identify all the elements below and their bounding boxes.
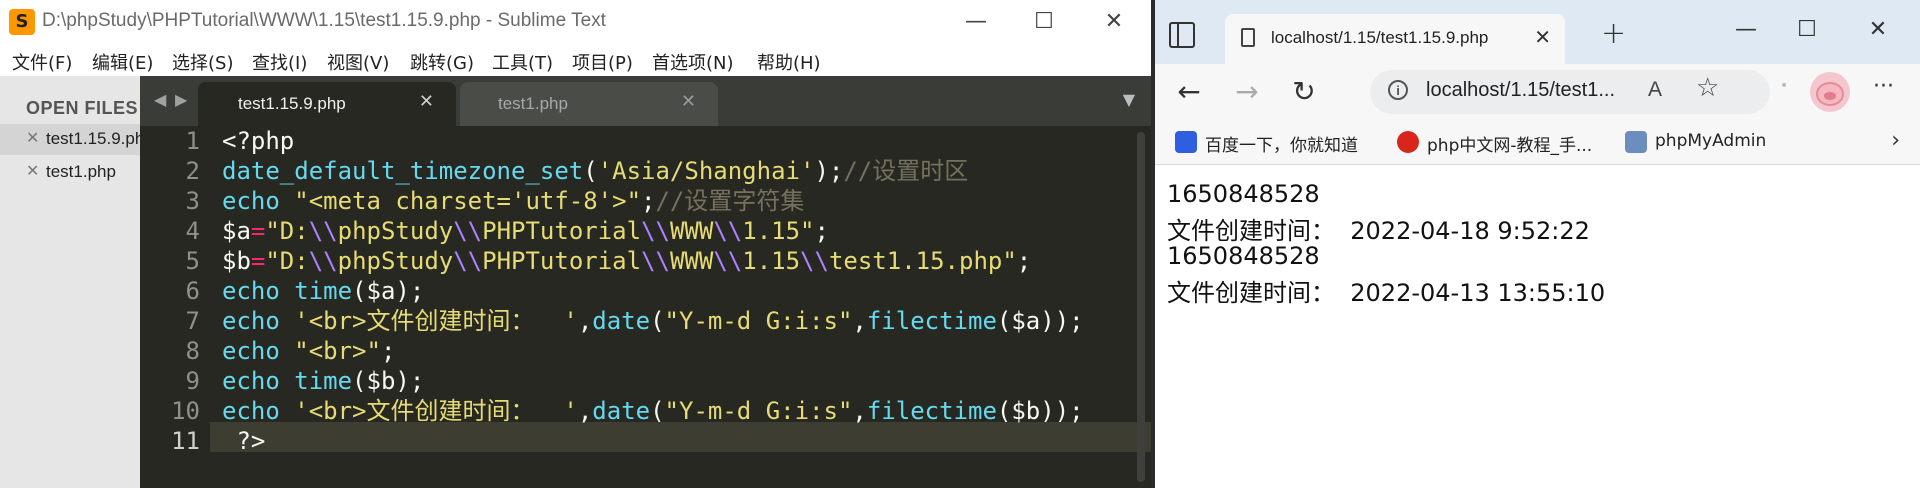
close-button[interactable]: ✕ — [1853, 12, 1903, 48]
tab-label: test1.php — [498, 94, 568, 113]
sidebar-file-test1[interactable]: ✕ test1.php — [0, 157, 140, 188]
code-line-4: $a="D:\\phpStudy\\PHPTutorial\\WWW\\1.15… — [222, 217, 829, 245]
close-icon[interactable]: ✕ — [1534, 25, 1551, 49]
menu-tools[interactable]: 工具(T) — [492, 49, 553, 75]
favorite-icon[interactable]: ☆ — [1696, 73, 1719, 103]
close-icon[interactable]: ✕ — [26, 161, 39, 181]
line-number: 11 — [171, 427, 200, 455]
menu-help[interactable]: 帮助(H) — [757, 49, 821, 75]
browser-window: localhost/1.15/test1.15.9.php ✕ + — ☐ ✕ … — [1155, 0, 1920, 488]
sidebar-file-test1-15-9[interactable]: ✕ test1.15.9.php — [0, 124, 140, 155]
line-number: 3 — [185, 187, 200, 215]
maximize-button[interactable]: ☐ — [1014, 6, 1074, 38]
code-line-5: $b="D:\\phpStudy\\PHPTutorial\\WWW\\1.15… — [222, 247, 1032, 275]
output-ctime-a: 文件创建时间： 2022-04-18 9:52:22 — [1167, 217, 1590, 245]
bookmark-label: phpMyAdmin — [1655, 131, 1767, 151]
code-line-2: date_default_timezone_set('Asia/Shanghai… — [222, 157, 969, 185]
browser-tab-title: localhost/1.15/test1.15.9.php — [1271, 28, 1489, 47]
menu-find[interactable]: 查找(I) — [252, 49, 307, 75]
line-number: 2 — [185, 157, 200, 185]
tab-test1[interactable]: test1.php ✕ — [460, 82, 718, 126]
sublime-window: S D:\phpStudy\PHPTutorial\WWW\1.15\test1… — [0, 0, 1151, 488]
code-line-1: <?php — [222, 127, 295, 155]
menu-selection[interactable]: 选择(S) — [172, 49, 233, 75]
code-line-11: ?> — [222, 427, 266, 455]
menu-preferences[interactable]: 首选项(N) — [652, 49, 734, 75]
menu-bar: 文件(F) 编辑(E) 选择(S) 查找(I) 视图(V) 跳转(G) 工具(T… — [0, 44, 1151, 76]
page-icon — [1241, 28, 1255, 47]
close-icon[interactable]: ✕ — [419, 91, 434, 112]
code-line-8: echo "<br>"; — [222, 337, 396, 365]
output-timestamp-b: 1650848528 — [1167, 242, 1320, 270]
bookmark-label: php中文网-教程_手... — [1427, 136, 1593, 156]
close-icon[interactable]: ✕ — [26, 128, 39, 148]
bookmarks-bar: 百度一下，你就知道 php中文网-教程_手... phpMyAdmin › — [1155, 120, 1920, 165]
line-number: 7 — [185, 307, 200, 335]
maximize-button[interactable]: ☐ — [1782, 12, 1832, 48]
menu-goto[interactable]: 跳转(G) — [410, 49, 474, 75]
back-button[interactable]: ← — [1171, 74, 1207, 110]
line-number: 1 — [185, 127, 200, 155]
output-timestamp-a: 1650848528 — [1167, 180, 1320, 208]
profile-avatar[interactable] — [1810, 72, 1850, 112]
pig-snout-icon — [1824, 92, 1836, 100]
page-content: 1650848528 文件创建时间： 2022-04-18 9:52:22 16… — [1155, 165, 1920, 488]
line-number-gutter: 1 2 3 4 5 6 7 8 9 10 11 — [140, 126, 210, 488]
next-file-icon[interactable]: ▶ — [175, 90, 187, 109]
browser-toolbar: ← → ↻ i localhost/1.15/test1... A ☆ • ··… — [1155, 64, 1920, 120]
line-number: 10 — [171, 397, 200, 425]
close-button[interactable]: ✕ — [1084, 6, 1144, 38]
line-number: 6 — [185, 277, 200, 305]
phpmyadmin-logo-icon — [1625, 131, 1647, 153]
tab-label: test1.15.9.php — [238, 94, 346, 113]
previous-file-icon[interactable]: ◀ — [154, 90, 166, 109]
line-number: 9 — [185, 367, 200, 395]
sidebar-file-label: test1.15.9.php — [46, 129, 140, 148]
menu-file[interactable]: 文件(F) — [12, 49, 72, 75]
open-files-header: OPEN FILES — [26, 98, 139, 118]
menu-view[interactable]: 视图(V) — [327, 49, 389, 75]
menu-edit[interactable]: 编辑(E) — [92, 49, 153, 75]
code-content: <?php date_default_timezone_set('Asia/Sh… — [222, 126, 1084, 488]
settings-menu-button[interactable]: ··· — [1873, 74, 1894, 99]
site-info-icon[interactable]: i — [1388, 80, 1408, 100]
sidebar-file-label: test1.php — [46, 162, 116, 181]
browser-tab-strip: localhost/1.15/test1.15.9.php ✕ + — ☐ ✕ — [1155, 0, 1920, 64]
sublime-titlebar: S D:\phpStudy\PHPTutorial\WWW\1.15\test1… — [0, 0, 1151, 44]
tab-bar: ◀ ▶ test1.15.9.php ✕ test1.php ✕ ▼ — [140, 76, 1151, 126]
line-number: 4 — [185, 217, 200, 245]
menu-project[interactable]: 项目(P) — [572, 49, 633, 75]
new-tab-button[interactable]: + — [1601, 16, 1626, 51]
line-number: 8 — [185, 337, 200, 365]
line-number: 5 — [185, 247, 200, 275]
tab-actions-icon[interactable] — [1169, 22, 1195, 48]
window-title: D:\phpStudy\PHPTutorial\WWW\1.15\test1.1… — [42, 10, 606, 31]
tab-test1-15-9[interactable]: test1.15.9.php ✕ — [198, 82, 456, 126]
minimize-button[interactable]: — — [946, 6, 1006, 38]
close-icon[interactable]: ✕ — [681, 91, 696, 112]
tab-list-dropdown-icon[interactable]: ▼ — [1123, 90, 1135, 109]
code-line-9: echo time($b); — [222, 367, 425, 395]
code-line-7: echo '<br>文件创建时间： ',date("Y-m-d G:i:s",f… — [222, 307, 1084, 335]
code-editor[interactable]: 1 2 3 4 5 6 7 8 9 10 11 <?php date_defau… — [140, 126, 1151, 488]
code-line-3: echo "<meta charset='utf-8'>";//设置字符集 — [222, 187, 805, 215]
sidebar: OPEN FILES ✕ test1.15.9.php ✕ test1.php — [0, 76, 140, 488]
baidu-paw-icon — [1175, 131, 1197, 153]
forward-button[interactable]: → — [1229, 74, 1265, 110]
editor-scrollbar[interactable] — [1137, 132, 1145, 482]
separator-dot: • — [1780, 78, 1789, 94]
browser-tab[interactable]: localhost/1.15/test1.15.9.php ✕ — [1225, 14, 1565, 64]
refresh-button[interactable]: ↻ — [1286, 74, 1322, 110]
code-line-6: echo time($a); — [222, 277, 425, 305]
address-bar[interactable]: i localhost/1.15/test1... A ☆ — [1370, 70, 1770, 114]
url-text[interactable]: localhost/1.15/test1... — [1426, 79, 1631, 102]
bookmark-label: 百度一下，你就知道 — [1205, 136, 1358, 156]
read-aloud-icon[interactable]: A — [1648, 78, 1662, 102]
sublime-logo-icon: S — [9, 9, 35, 35]
chevron-right-icon[interactable]: › — [1891, 128, 1900, 153]
php-logo-icon — [1397, 131, 1419, 153]
output-ctime-b: 文件创建时间： 2022-04-13 13:55:10 — [1167, 279, 1606, 307]
code-line-10: echo '<br>文件创建时间： ',date("Y-m-d G:i:s",f… — [222, 397, 1084, 425]
minimize-button[interactable]: — — [1721, 12, 1771, 48]
